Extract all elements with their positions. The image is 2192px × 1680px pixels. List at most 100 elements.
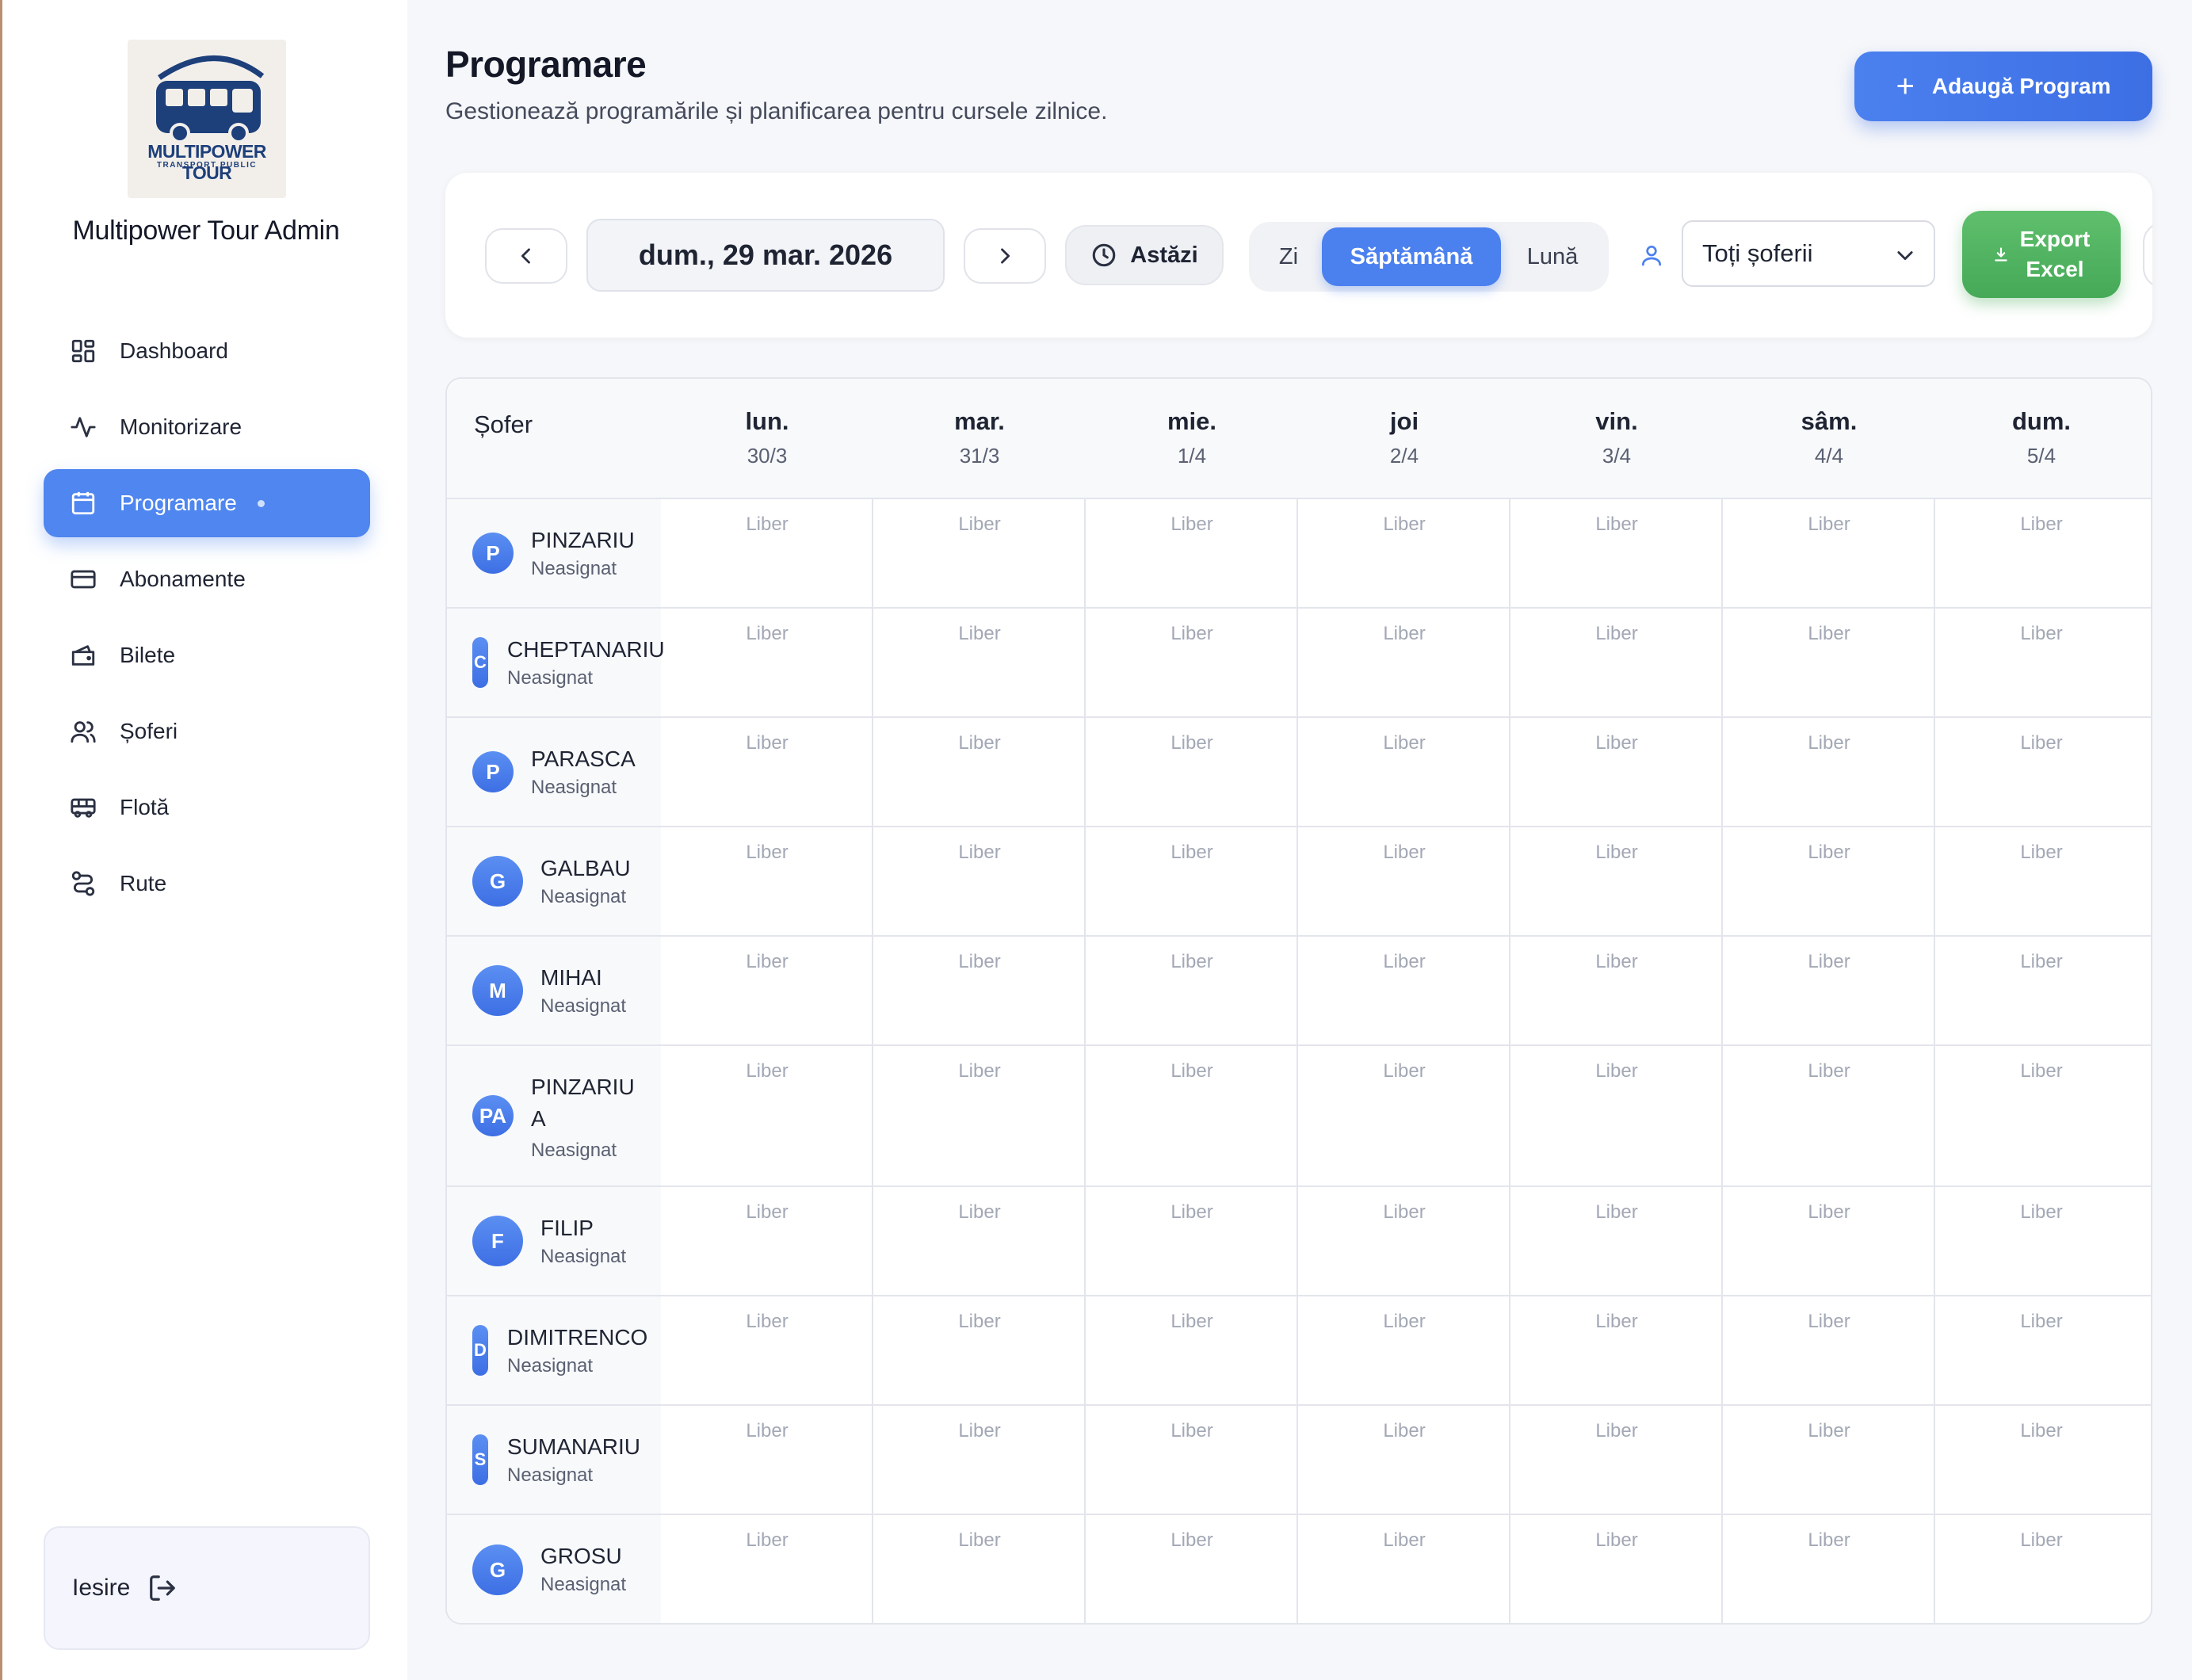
driver-avatar: G [472,1544,523,1595]
schedule-cell-free[interactable]: Liber [1723,514,1935,536]
schedule-cell-free[interactable]: Liber [1298,1060,1510,1082]
sidebar-item-label: Bilete [120,643,176,667]
download-icon [1993,246,2009,262]
schedule-cell-free[interactable]: Liber [661,1060,873,1082]
history-button[interactable] [2143,222,2152,288]
schedule-cell-free[interactable]: Liber [1935,514,2148,536]
schedule-cell-free[interactable]: Liber [1086,1201,1298,1224]
schedule-cell-free[interactable]: Liber [1086,1311,1298,1333]
driver-name-line-2: A [531,1106,546,1131]
sidebar-item-abonamente[interactable]: Abonamente [44,545,370,613]
schedule-cell-free[interactable]: Liber [1298,732,1510,754]
schedule-cell-free[interactable]: Liber [1723,842,1935,864]
schedule-cell-free[interactable]: Liber [1298,1201,1510,1224]
schedule-cell-free[interactable]: Liber [1086,1529,1298,1552]
schedule-cell-free[interactable]: Liber [873,1311,1086,1333]
schedule-cell-free[interactable]: Liber [661,514,873,536]
schedule-cell-free[interactable]: Liber [661,842,873,864]
day-date: 3/4 [1602,444,1632,468]
schedule-cell-free[interactable]: Liber [873,951,1086,973]
sidebar-item-dashboard[interactable]: Dashboard [44,317,370,385]
schedule-cell-free[interactable]: Liber [1723,1420,1935,1442]
schedule-cell-free[interactable]: Liber [1935,951,2148,973]
sidebar-item-soferi[interactable]: Șoferi [44,697,370,766]
sidebar-item-rute[interactable]: Rute [44,850,370,918]
logout-button[interactable]: Iesire [44,1526,370,1650]
add-program-button[interactable]: + Adaugă Program [1854,52,2152,121]
schedule-cell-free[interactable]: Liber [1298,1529,1510,1552]
schedule-cell-free[interactable]: Liber [1298,514,1510,536]
schedule-cell-free[interactable]: Liber [873,1060,1086,1082]
schedule-cell-free[interactable]: Liber [661,1201,873,1224]
sidebar-item-flota[interactable]: Flotă [44,773,370,842]
day-name: sâm. [1801,407,1858,435]
schedule-cell-free[interactable]: Liber [1086,732,1298,754]
today-button[interactable]: Astăzi [1065,225,1224,285]
schedule-cell-free[interactable]: Liber [873,1420,1086,1442]
view-week-button[interactable]: Săptămână [1322,227,1501,286]
schedule-cell-free[interactable]: Liber [1086,1420,1298,1442]
schedule-cell-free[interactable]: Liber [1298,1311,1510,1333]
schedule-cell-free[interactable]: Liber [1510,1311,1723,1333]
day-column-header: mie. 1/4 [1086,407,1298,468]
schedule-cell-free[interactable]: Liber [873,1529,1086,1552]
schedule-cell-free[interactable]: Liber [661,1529,873,1552]
driver-filter-select[interactable]: Toți șoferii [1682,220,1935,287]
schedule-cell-free[interactable]: Liber [1510,842,1723,864]
schedule-cell-free[interactable]: Liber [1510,1201,1723,1224]
schedule-cell-free[interactable]: Liber [661,951,873,973]
schedule-cell-free[interactable]: Liber [1298,1420,1510,1442]
schedule-cell-free[interactable]: Liber [1935,1201,2148,1224]
previous-week-button[interactable] [485,228,567,284]
schedule-cell-free[interactable]: Liber [1510,514,1723,536]
next-week-button[interactable] [964,228,1046,284]
current-date-display[interactable]: dum., 29 mar. 2026 [586,219,945,292]
table-row: G GROSU Neasignat Liber Liber Liber Liber Liber… [447,1515,2151,1623]
sidebar-item-programare[interactable]: Programare [44,469,370,537]
schedule-cell-free[interactable]: Liber [1510,732,1723,754]
schedule-cell-free[interactable]: Liber [1723,1201,1935,1224]
schedule-cell-free[interactable]: Liber [1298,951,1510,973]
sidebar-item-monitorizare[interactable]: Monitorizare [44,393,370,461]
schedule-cell-free[interactable]: Liber [873,514,1086,536]
schedule-cell-free[interactable]: Liber [1723,1060,1935,1082]
sidebar-item-bilete[interactable]: Bilete [44,621,370,689]
schedule-cell-free[interactable]: Liber [1086,514,1298,536]
driver-status: Neasignat [507,667,594,689]
schedule-cell-free[interactable]: Liber [661,732,873,754]
schedule-cell-free[interactable]: Liber [1510,623,1723,645]
schedule-cell-free[interactable]: Liber [1935,1311,2148,1333]
schedule-cell-free[interactable]: Liber [1298,623,1510,645]
schedule-cell-free[interactable]: Liber [1510,1060,1723,1082]
schedule-cell-free[interactable]: Liber [1723,1311,1935,1333]
schedule-cell-free[interactable]: Liber [1510,951,1723,973]
schedule-cell-free[interactable]: Liber [1935,1529,2148,1552]
schedule-cell-free[interactable]: Liber [1510,1529,1723,1552]
schedule-cell-free[interactable]: Liber [1935,842,2148,864]
schedule-cell-free[interactable]: Liber [873,732,1086,754]
schedule-cell-free[interactable]: Liber [1510,1420,1723,1442]
export-excel-button[interactable]: Export Excel [1962,211,2121,298]
view-day-button[interactable]: Zi [1257,227,1320,286]
schedule-cell-free[interactable]: Liber [661,1311,873,1333]
schedule-cell-free[interactable]: Liber [1298,842,1510,864]
schedule-cell-free[interactable]: Liber [1086,842,1298,864]
schedule-cell-free[interactable]: Liber [1723,951,1935,973]
schedule-cell-free[interactable]: Liber [1935,1060,2148,1082]
schedule-cell-free[interactable]: Liber [1723,732,1935,754]
schedule-cell-free[interactable]: Liber [1086,1060,1298,1082]
schedule-cell-free[interactable]: Liber [1935,623,2148,645]
schedule-cell-free[interactable]: Liber [1086,623,1298,645]
schedule-cell-free[interactable]: Liber [873,623,1086,645]
schedule-cell-free[interactable]: Liber [873,842,1086,864]
schedule-cell-free[interactable]: Liber [1086,951,1298,973]
schedule-cell-free[interactable]: Liber [873,1201,1086,1224]
schedule-cell-free[interactable]: Liber [661,623,873,645]
schedule-cell-free[interactable]: Liber [1935,1420,2148,1442]
schedule-cell-free[interactable]: Liber [1723,1529,1935,1552]
view-month-button[interactable]: Lună [1504,227,1601,286]
schedule-cell-free[interactable]: Liber [1935,732,2148,754]
driver-filter-value: Toți șoferii [1702,239,1813,267]
schedule-cell-free[interactable]: Liber [1723,623,1935,645]
schedule-cell-free[interactable]: Liber [661,1420,873,1442]
